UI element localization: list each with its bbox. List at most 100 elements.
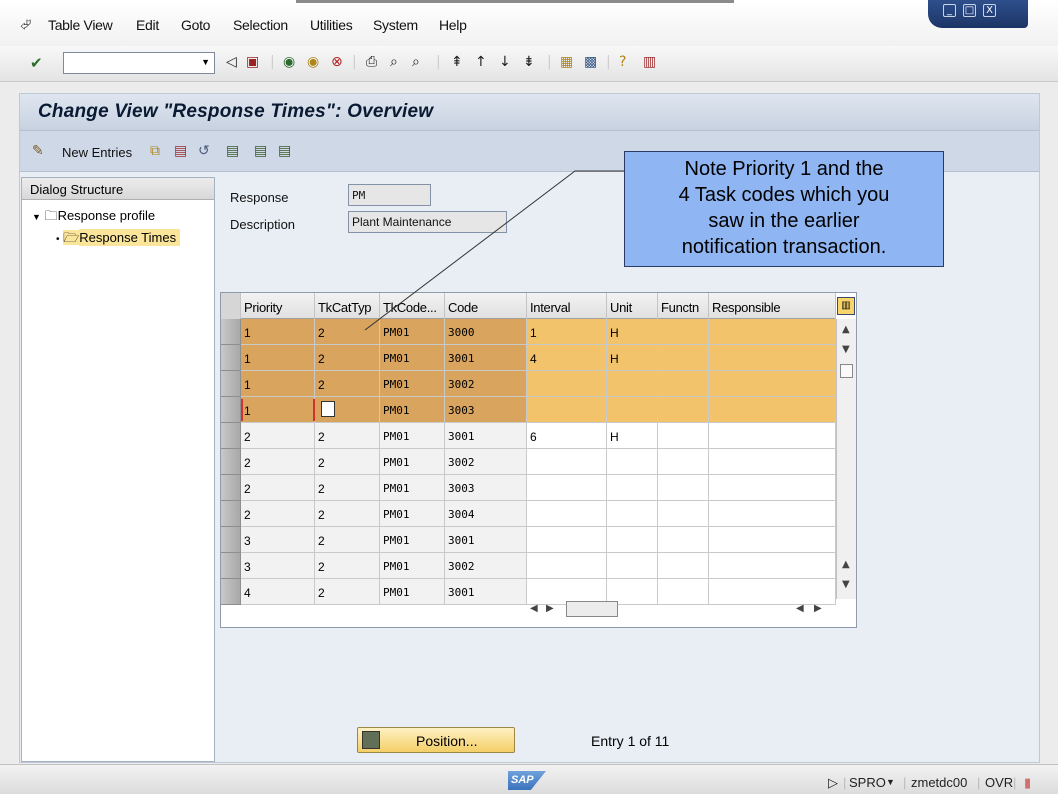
column-header-responsible[interactable]: Responsible (709, 293, 836, 319)
deselect-all-icon[interactable]: ▤ (278, 143, 291, 159)
new-entries-button[interactable]: New Entries (62, 145, 132, 160)
cell-interval[interactable] (527, 397, 607, 423)
back-arrow-icon[interactable]: ◁ (226, 53, 237, 71)
print-icon[interactable]: ⎙ (366, 53, 377, 71)
table-row[interactable]: 2 2 PM01 3002 (221, 449, 836, 475)
cell-functn[interactable] (658, 527, 709, 553)
expand-arrow-icon[interactable]: ▼ (32, 212, 41, 222)
status-expand-icon[interactable]: ▷ (828, 775, 838, 791)
position-button[interactable]: Position... (357, 727, 515, 753)
command-field[interactable]: ▼ (63, 52, 215, 74)
cell-functn[interactable] (658, 319, 709, 345)
select-all-icon[interactable]: ▤ (226, 143, 239, 159)
column-header-tkcode[interactable]: TkCode... (380, 293, 445, 319)
last-page-icon[interactable]: ⇟ (523, 53, 535, 71)
table-row[interactable]: 1 2 PM01 3000 1 H (221, 319, 836, 345)
new-session-icon[interactable]: ▦ (560, 53, 573, 71)
scroll-right-icon[interactable]: ▶ (546, 603, 554, 614)
cell-functn[interactable] (658, 423, 709, 449)
cell-functn[interactable] (658, 553, 709, 579)
menu-help[interactable]: Help (439, 17, 467, 33)
find-icon[interactable]: ⌕ (390, 53, 398, 71)
row-selector[interactable] (221, 553, 241, 579)
cell-unit[interactable] (607, 553, 658, 579)
close-button[interactable]: X (983, 4, 996, 17)
tree-node-response-times[interactable]: • 🗁Response Times (56, 229, 181, 251)
shortcut-icon[interactable]: ▩ (584, 53, 597, 71)
cell-interval[interactable] (527, 527, 607, 553)
table-row[interactable]: 2 2 PM01 3004 (221, 501, 836, 527)
minimize-button[interactable]: _ (943, 4, 956, 17)
row-selector[interactable] (221, 371, 241, 397)
back-icon[interactable]: ◉ (283, 53, 295, 71)
table-row[interactable]: 1 PM01 3003 (221, 397, 836, 423)
cell-functn[interactable] (658, 449, 709, 475)
save-icon[interactable]: ▣ (246, 53, 259, 71)
table-row[interactable]: 1 2 PM01 3002 (221, 371, 836, 397)
scroll-up-icon[interactable]: ▲ (842, 324, 850, 335)
cell-responsible[interactable] (709, 475, 836, 501)
table-row[interactable]: 2 2 PM01 3001 6 H (221, 423, 836, 449)
chevron-down-icon[interactable]: ▼ (886, 777, 895, 787)
table-settings-icon[interactable]: ▥ (837, 297, 855, 315)
cell-unit[interactable] (607, 475, 658, 501)
menu-goto[interactable]: Goto (181, 17, 210, 33)
first-page-icon[interactable]: ⇞ (451, 53, 463, 71)
horizontal-scroll-thumb[interactable] (566, 601, 618, 617)
column-header-code[interactable]: Code (445, 293, 527, 319)
table-row[interactable]: 1 2 PM01 3001 4 H (221, 345, 836, 371)
cell-functn[interactable] (658, 371, 709, 397)
cell-unit[interactable] (607, 371, 658, 397)
select-block-icon[interactable]: ▤ (254, 143, 267, 159)
cell-functn[interactable] (658, 475, 709, 501)
previous-page-icon[interactable]: ↑ (475, 53, 487, 71)
row-selector[interactable] (221, 319, 241, 345)
cell-unit[interactable] (607, 397, 658, 423)
vertical-scroll-thumb[interactable] (840, 364, 853, 378)
pencil-icon[interactable]: ✎ (32, 143, 44, 159)
cell-interval[interactable]: 4 (527, 345, 607, 371)
vertical-scrollbar[interactable]: ▲ ▼ ▲ ▼ (836, 319, 856, 599)
scroll-left-icon[interactable]: ◀ (530, 603, 538, 614)
scroll-up-icon[interactable]: ▲ (842, 559, 850, 570)
cell-responsible[interactable] (709, 501, 836, 527)
horizontal-scrollbar[interactable]: ◀ ▶ ◀ ▶ (526, 599, 836, 621)
row-selector[interactable] (221, 423, 241, 449)
table-row[interactable]: 3 2 PM01 3001 (221, 527, 836, 553)
cell-interval[interactable] (527, 501, 607, 527)
row-selector[interactable] (221, 527, 241, 553)
column-header-tkcattyp[interactable]: TkCatTyp (315, 293, 380, 319)
column-header-interval[interactable]: Interval (527, 293, 607, 319)
cell-unit[interactable] (607, 527, 658, 553)
scroll-down-icon[interactable]: ▼ (842, 344, 850, 355)
cell-responsible[interactable] (709, 345, 836, 371)
cell-responsible[interactable] (709, 319, 836, 345)
scroll-down-icon[interactable]: ▼ (842, 579, 850, 590)
chevron-down-icon[interactable]: ▼ (201, 57, 210, 67)
column-header-functn[interactable]: Functn (658, 293, 709, 319)
copy-icon[interactable]: ⧉ (150, 143, 160, 159)
value-help-icon[interactable] (321, 401, 335, 417)
cell-responsible[interactable] (709, 397, 836, 423)
cell-unit[interactable]: H (607, 345, 658, 371)
cell-responsible[interactable] (709, 553, 836, 579)
scroll-right-icon[interactable]: ▶ (814, 603, 822, 614)
column-header-priority[interactable]: Priority (241, 293, 315, 319)
cell-responsible[interactable] (709, 371, 836, 397)
cell-interval[interactable]: 6 (527, 423, 607, 449)
exit-icon[interactable]: ◉ (307, 53, 319, 71)
menu-selection[interactable]: Selection (233, 17, 288, 33)
column-header-unit[interactable]: Unit (607, 293, 658, 319)
cell-responsible[interactable] (709, 449, 836, 475)
table-row[interactable]: 2 2 PM01 3003 (221, 475, 836, 501)
row-selector[interactable] (221, 449, 241, 475)
cell-interval[interactable] (527, 449, 607, 475)
tree-node-response-profile[interactable]: ▼ 🗀Response profile (32, 207, 155, 229)
cell-interval[interactable] (527, 371, 607, 397)
select-all-column[interactable] (221, 293, 241, 319)
enter-check-icon[interactable]: ✔ (30, 54, 43, 72)
cell-unit[interactable]: H (607, 319, 658, 345)
delete-icon[interactable]: ▤ (174, 143, 187, 159)
cell-unit[interactable] (607, 501, 658, 527)
table-row[interactable]: 3 2 PM01 3002 (221, 553, 836, 579)
